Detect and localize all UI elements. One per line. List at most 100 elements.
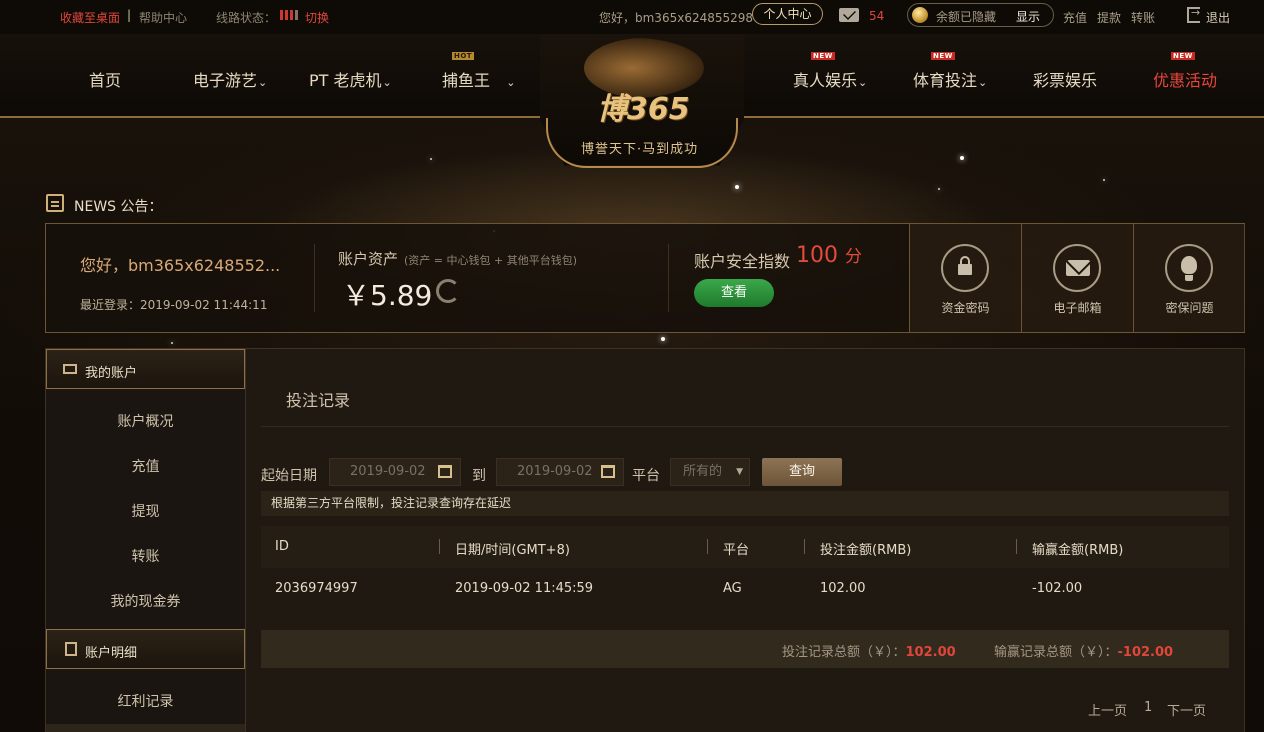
security-score-unit: 分 [845,247,862,267]
circle-frame [941,244,989,292]
logout-link[interactable]: 退出 [1206,9,1230,26]
start-date-label: 起始日期 [261,468,317,484]
personal-center-button[interactable]: 个人中心 [752,3,823,25]
column-header-platform: 平台 [723,543,750,558]
bulb-icon [1181,256,1197,281]
nav-egames-label: 电子游艺 [193,71,258,90]
cell-bet-amount: 102.00 [820,581,866,596]
calendar-icon[interactable] [601,465,615,478]
column-header-bet-amount: 投注金额(RMB) [820,543,912,558]
bet-total: 投注记录总额（￥）：102.00 [782,641,956,660]
new-badge: NEW [811,52,835,60]
sidebar-item-transfer[interactable]: 转账 [46,546,245,566]
next-page-link[interactable]: 下一页 [1167,700,1206,719]
sidebar-item-cash-coupons[interactable]: 我的现金券 [46,591,245,611]
win-total-label: 输赢记录总额（￥）： [994,645,1118,660]
last-login: 最近登录：2019-09-02 11:44:11 [80,298,268,312]
platform-select[interactable]: 所有的 ▼ [670,458,750,486]
wallet-icon [63,364,77,374]
end-date-value: 2019-09-02 [517,464,593,479]
brand-slogan: 博誉天下·马到成功 [581,142,699,157]
nav-home[interactable]: 首页 [89,67,121,91]
nav-pt-slots-label: PT 老虎机 [309,71,382,90]
main-panel: 我的账户 账户概况 充值 提现 转账 我的现金券 账户明细 红利记录 投注记录 … [45,348,1245,732]
end-date-input[interactable]: 2019-09-02 [496,458,624,486]
chevron-down-icon: ⌄ [382,76,392,89]
to-label: 到 [472,468,486,484]
sidebar-item-bonus-records[interactable]: 红利记录 [46,691,245,711]
security-question-box[interactable]: 密保问题 [1133,224,1245,332]
nav-promotions-label: 优惠活动 [1153,71,1218,90]
news-label: NEWS 公告： [74,199,163,215]
mail-icon[interactable] [839,8,859,22]
cell-win-loss: -102.00 [1032,581,1083,596]
cell-datetime: 2019-09-02 11:45:59 [455,581,594,596]
column-separator [707,539,708,554]
circle-frame [1165,244,1213,292]
sidebar-item-overview[interactable]: 账户概况 [46,411,245,431]
platform-select-value: 所有的 [683,464,723,479]
sidebar-item-recharge[interactable]: 充值 [46,456,245,476]
sparkle-decoration [171,342,173,344]
page-number[interactable]: 1 [1144,700,1152,715]
new-badge: NEW [1171,52,1195,60]
security-question-label: 密保问题 [1165,301,1214,315]
start-date-input[interactable]: 2019-09-02 [329,458,461,486]
refresh-icon[interactable] [436,279,460,303]
view-security-button[interactable]: 查看 [694,279,774,307]
cell-platform: AG [723,581,742,596]
win-total-value: -102.00 [1117,645,1174,660]
sidebar-section-my-account[interactable]: 我的账户 [46,349,245,389]
nav-fishing-label: 捕鱼王 [442,71,491,90]
mail-count[interactable]: 54 [869,9,884,23]
nav-live-label: 真人娱乐 [793,71,858,90]
nav-sports[interactable]: NEW 体育投注⌄ [913,52,987,91]
chevron-down-icon: ⌄ [858,76,868,89]
win-total: 输赢记录总额（￥）：-102.00 [994,641,1173,660]
balance-hidden-label: 余额已隐藏 [936,10,997,24]
sidebar-section-account-detail[interactable]: 账户明细 [46,629,245,669]
bet-records-content: 投注记录 起始日期 2019-09-02 到 2019-09-02 平台 所有的… [246,349,1244,732]
sidebar-item-withdraw[interactable]: 提现 [46,501,245,521]
query-button[interactable]: 查询 [762,458,842,486]
start-date-value: 2019-09-02 [350,464,426,479]
divider [314,244,315,312]
circle-frame [1053,244,1101,292]
brand-logo-text[interactable]: 博365 [597,84,690,128]
column-separator [439,539,440,554]
nav-fishing[interactable]: HOT 捕鱼王 ⌄ [442,52,516,91]
nav-live-casino[interactable]: NEW 真人娱乐⌄ [793,52,868,91]
help-center-link[interactable]: 帮助中心 [139,9,187,26]
nav-sports-label: 体育投注 [913,71,978,90]
withdraw-link[interactable]: 提款 [1097,9,1121,26]
signal-bars-icon [280,10,298,20]
column-header-id: ID [275,539,289,554]
email-label: 电子邮箱 [1053,301,1102,315]
lock-icon [958,256,972,275]
calculator-icon [65,642,77,656]
table-header: ID 日期/时间(GMT+8) 平台 投注金额(RMB) 输赢金额(RMB) [261,526,1229,568]
sidebar-section-label: 我的账户 [85,366,138,381]
nav-promotions[interactable]: NEW 优惠活动 [1153,52,1218,91]
sidebar-item-next[interactable] [46,724,245,732]
transfer-link[interactable]: 转账 [1131,9,1155,26]
calendar-icon[interactable] [438,465,452,478]
recharge-link[interactable]: 充值 [1063,9,1087,26]
nav-lottery[interactable]: 彩票娱乐 [1033,67,1097,91]
totals-bar: 投注记录总额（￥）：102.00 输赢记录总额（￥）：-102.00 [261,630,1229,668]
show-balance-button[interactable]: 显示 [1016,8,1040,25]
nav-egames[interactable]: 电子游艺⌄ [193,67,267,91]
email-box[interactable]: 电子邮箱 [1021,224,1133,332]
fund-password-box[interactable]: 资金密码 [909,224,1021,332]
assets-label: 账户资产 (资产 = 中心钱包 + 其他平台钱包) [338,248,577,269]
logout-icon[interactable] [1187,6,1200,23]
topbar-separator: | [127,8,132,22]
add-to-desktop-link[interactable]: 收藏至桌面 [60,9,120,26]
divider [261,426,1229,427]
chevron-down-icon: ⌄ [258,76,268,89]
prev-page-link[interactable]: 上一页 [1088,700,1127,719]
sparkle-decoration [735,185,739,189]
table-row[interactable]: 2036974997 2019-09-02 11:45:59 AG 102.00… [261,568,1229,610]
switch-line-link[interactable]: 切换 [305,9,329,26]
nav-pt-slots[interactable]: PT 老虎机⌄ [309,67,392,91]
